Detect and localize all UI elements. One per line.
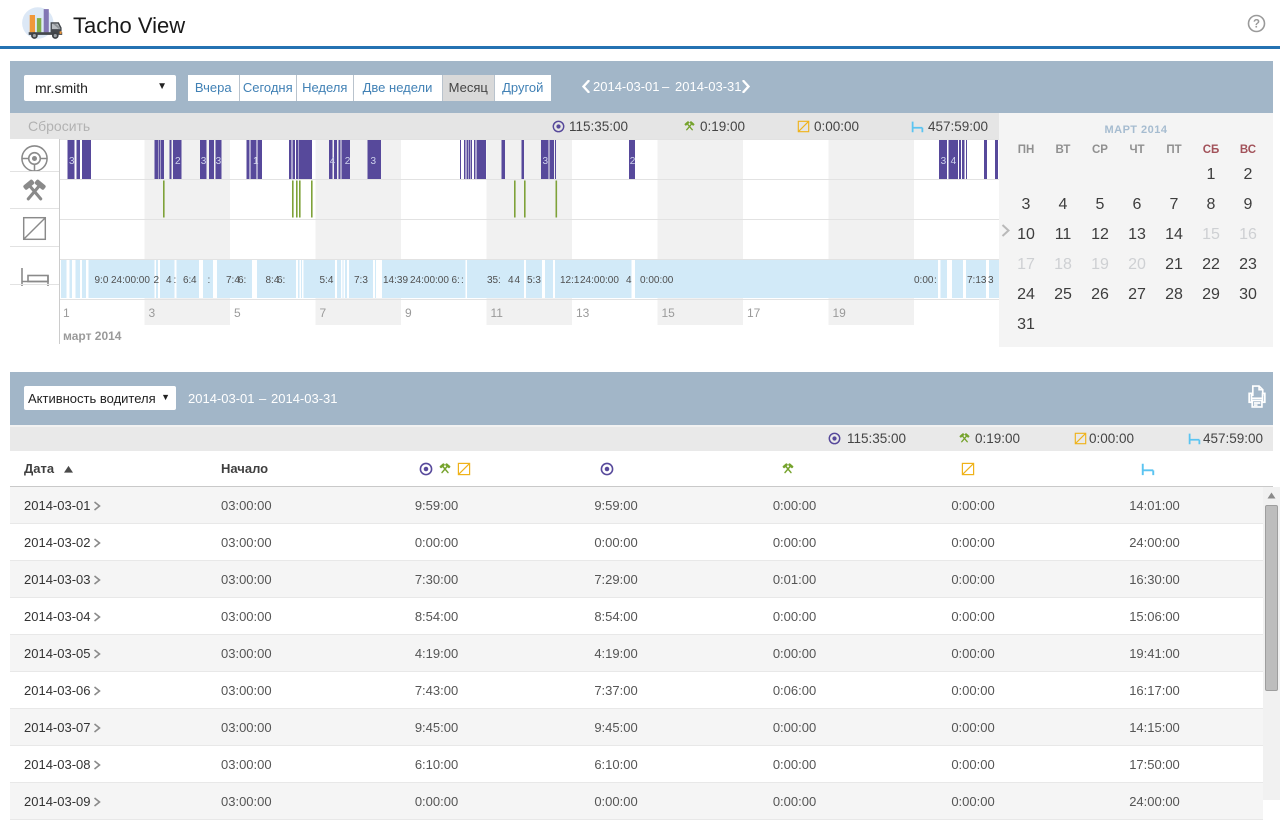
svg-text:2: 2 — [154, 275, 160, 286]
svg-text:4: 4 — [515, 275, 521, 286]
svg-text:6:: 6: — [277, 275, 285, 286]
svg-text:14:39: 14:39 — [383, 275, 408, 286]
svg-text:март 2014: март 2014 — [63, 329, 122, 343]
svg-text:11: 11 — [491, 306, 504, 320]
svg-text:4: 4 — [626, 275, 632, 286]
svg-text:7: 7 — [320, 306, 327, 320]
svg-text:4: 4 — [166, 275, 172, 286]
svg-text:0:00: 0:00 — [914, 275, 934, 286]
svg-text:4: 4 — [191, 275, 197, 286]
svg-text:15: 15 — [662, 306, 676, 320]
svg-text:3: 3 — [941, 156, 947, 167]
svg-text:2: 2 — [630, 156, 636, 167]
svg-text:24:00:00: 24:00:00 — [410, 275, 449, 286]
svg-text:9:0: 9:0 — [95, 275, 109, 286]
svg-text:0:00:00: 0:00:00 — [640, 275, 674, 286]
svg-text:?: ? — [1253, 19, 1260, 31]
svg-text:1: 1 — [253, 156, 259, 167]
svg-text:4: 4 — [330, 156, 336, 167]
svg-text:9: 9 — [405, 306, 412, 320]
svg-text:5:: 5: — [493, 275, 501, 286]
svg-text:1: 1 — [63, 306, 70, 320]
svg-text:2: 2 — [175, 156, 181, 167]
svg-text:13: 13 — [576, 306, 590, 320]
svg-text:17: 17 — [747, 306, 761, 320]
svg-text:12:1: 12:1 — [560, 275, 580, 286]
svg-text:4: 4 — [508, 275, 514, 286]
svg-text:24:00:00: 24:00:00 — [111, 275, 150, 286]
svg-text:3: 3 — [543, 156, 549, 167]
svg-text:7:3: 7:3 — [354, 275, 368, 286]
svg-text:3: 3 — [216, 156, 222, 167]
svg-text:5: 5 — [234, 306, 241, 320]
svg-text:3: 3 — [201, 156, 207, 167]
svg-text::: : — [934, 275, 937, 286]
svg-text::: : — [174, 275, 177, 286]
svg-text:3: 3 — [371, 156, 377, 167]
svg-text:7:13: 7:13 — [967, 275, 987, 286]
svg-text:5:4: 5:4 — [320, 275, 334, 286]
svg-text:6:: 6: — [238, 275, 246, 286]
svg-text:2: 2 — [345, 156, 351, 167]
svg-text:4: 4 — [951, 156, 957, 167]
svg-text:6:: 6: — [452, 275, 460, 286]
svg-text:19: 19 — [833, 306, 847, 320]
svg-text:3: 3 — [988, 275, 994, 286]
svg-text:3: 3 — [69, 156, 75, 167]
svg-text::: : — [461, 275, 464, 286]
svg-text::: : — [208, 275, 211, 286]
svg-text:24:00:00: 24:00:00 — [580, 275, 619, 286]
svg-text:3: 3 — [149, 306, 156, 320]
svg-text:5:3: 5:3 — [527, 275, 541, 286]
